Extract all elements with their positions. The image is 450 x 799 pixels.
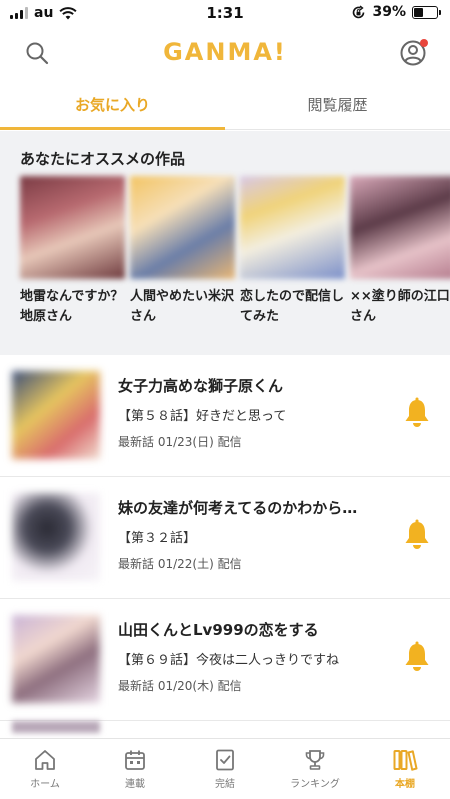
cover-thumbnail bbox=[130, 176, 235, 279]
series-title: 妹の友達が何考えてるのかわから… bbox=[118, 499, 358, 517]
series-date: 最新話 01/20(木) 配信 bbox=[118, 679, 242, 693]
section-divider bbox=[0, 339, 450, 355]
tab-favorites[interactable]: お気に入り bbox=[0, 80, 225, 130]
series-date: 最新話 01/23(日) 配信 bbox=[118, 435, 242, 449]
series-thumbnail bbox=[12, 493, 100, 581]
bell-icon[interactable] bbox=[402, 641, 432, 673]
bell-icon[interactable] bbox=[402, 397, 432, 429]
nav-completed-label: 完結 bbox=[215, 779, 235, 790]
tab-history[interactable]: 閲覧履歴 bbox=[225, 80, 450, 129]
nav-bookshelf-label: 本棚 bbox=[395, 779, 415, 790]
calendar-icon bbox=[125, 750, 145, 770]
status-bar: au 1:31 39% bbox=[0, 0, 450, 28]
recommend-item-title: ××塗り師の江口さん bbox=[350, 289, 450, 324]
series-title: 山田くんとLv999の恋をする bbox=[118, 621, 319, 639]
nav-home-label: ホーム bbox=[30, 779, 60, 790]
battery-percent: 39% bbox=[372, 4, 406, 20]
bookshelf-icon bbox=[393, 750, 418, 771]
series-episode: 【第３２話】 bbox=[118, 531, 197, 546]
recommend-list: 地雷なんですか？地原さん 人間やめたい米沢さん 恋したので配信してみた ××塗り… bbox=[20, 176, 450, 327]
bottom-nav: ホーム 連載 完結 ランキング 本棚 bbox=[0, 738, 450, 799]
recommend-item-title: 地雷なんですか？地原さん bbox=[20, 289, 124, 324]
recommend-title: あなたにオススメの作品 bbox=[20, 150, 186, 168]
app-logo: GANMA! bbox=[163, 38, 287, 66]
series-episode: 【第５８話】好きだと思って bbox=[118, 409, 287, 424]
recommend-item-title: 恋したので配信してみた bbox=[240, 289, 345, 324]
trophy-icon bbox=[305, 750, 325, 770]
recommend-section: あなたにオススメの作品 地雷なんですか？地原さん 人間やめたい米沢さん 恋したの… bbox=[0, 131, 450, 339]
series-title: 女子力高めな獅子原くん bbox=[118, 377, 284, 395]
orientation-lock-icon bbox=[353, 4, 365, 18]
nav-home[interactable]: ホーム bbox=[0, 739, 90, 799]
nav-serial-label: 連載 bbox=[125, 779, 145, 790]
series-thumbnail bbox=[12, 615, 100, 703]
cover-thumbnail bbox=[20, 176, 125, 279]
bell-icon[interactable] bbox=[402, 519, 432, 551]
series-row[interactable]: 山田くんとLv999の恋をする 【第６９話】今夜は二人っきりですね 最新話 01… bbox=[0, 599, 450, 721]
recommend-item[interactable]: 人間やめたい米沢さん bbox=[130, 176, 235, 327]
recommend-item-title: 人間やめたい米沢さん bbox=[130, 289, 235, 324]
app-header: GANMA! bbox=[0, 28, 450, 78]
status-right: 39% bbox=[351, 4, 441, 20]
battery-icon bbox=[412, 5, 441, 19]
recommend-item[interactable]: 地雷なんですか？地原さん bbox=[20, 176, 125, 327]
battery-level bbox=[414, 7, 423, 17]
nav-bookshelf[interactable]: 本棚 bbox=[360, 739, 450, 799]
favorites-list: 女子力高めな獅子原くん 【第５８話】好きだと思って 最新話 01/23(日) 配… bbox=[0, 355, 450, 721]
nav-serial[interactable]: 連載 bbox=[90, 739, 180, 799]
cover-thumbnail bbox=[350, 176, 450, 279]
series-row[interactable]: 女子力高めな獅子原くん 【第５８話】好きだと思って 最新話 01/23(日) 配… bbox=[0, 355, 450, 477]
series-thumbnail-partial bbox=[12, 721, 100, 733]
book-check-icon bbox=[216, 749, 234, 771]
series-date: 最新話 01/22(土) 配信 bbox=[118, 557, 242, 571]
profile-button[interactable] bbox=[398, 38, 428, 68]
recommend-item[interactable]: 恋したので配信してみた bbox=[240, 176, 345, 327]
home-icon bbox=[35, 750, 55, 770]
series-row[interactable]: 妹の友達が何考えてるのかわから… 【第３２話】 最新話 01/22(土) 配信 bbox=[0, 477, 450, 599]
series-episode: 【第６９話】今夜は二人っきりですね bbox=[118, 653, 340, 668]
notification-dot bbox=[420, 39, 428, 47]
nav-completed[interactable]: 完結 bbox=[180, 739, 270, 799]
recommend-item[interactable]: ××塗り師の江口さん bbox=[350, 176, 450, 327]
series-thumbnail bbox=[12, 371, 100, 459]
nav-ranking[interactable]: ランキング bbox=[270, 739, 360, 799]
tab-bar: お気に入り 閲覧履歴 bbox=[0, 80, 450, 130]
nav-ranking-label: ランキング bbox=[290, 779, 340, 790]
cover-thumbnail bbox=[240, 176, 345, 279]
